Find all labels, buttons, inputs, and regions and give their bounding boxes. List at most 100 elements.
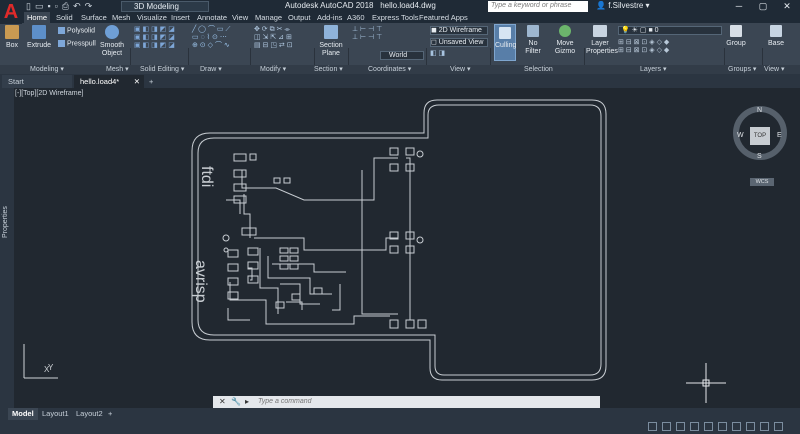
save-as-icon[interactable]: ▫ (55, 1, 58, 11)
close-command-icon[interactable]: ✕ (219, 397, 226, 406)
solid-editing-tools[interactable]: ▣ ◧ ◨ ◩ ◪ ▣ ◧ ◨ ◩ ◪ ▣ ◧ ◨ ◩ ◪ (134, 26, 175, 50)
compass-east: E (777, 132, 782, 139)
box-button[interactable]: Box (2, 25, 22, 50)
modify-tools[interactable]: ✥ ⟳ ⧉ ✂ ⌯ ◫ ⇲ ⇱ ⊿ ⊞ ▤ ⊟ ◳ ⇄ ⊡ (254, 26, 293, 50)
layer-tools[interactable]: ⊞ ⊟ ⊠ ⊡ ◈ ◇ ◆ ⊞ ⊟ ⊠ ⊡ ◈ ◇ ◆ (618, 39, 669, 55)
doc-tab-current[interactable]: hello.load4* ✕ (74, 75, 144, 88)
new-tab-button[interactable]: + (146, 75, 160, 88)
new-icon[interactable]: ▯ (26, 1, 31, 12)
panel-label-groups[interactable]: Groups ▾ (728, 65, 756, 74)
ucs-dropdown[interactable]: World (380, 51, 424, 60)
panel-label-draw[interactable]: Draw ▾ (200, 65, 222, 74)
model-space-icon[interactable] (648, 422, 657, 431)
move-gizmo-button[interactable]: Move Gizmo (552, 25, 578, 56)
tab-view[interactable]: View (229, 12, 251, 23)
panel-label-modeling[interactable]: Modeling ▾ (30, 65, 64, 74)
properties-palette-strip[interactable]: Properties (0, 88, 14, 408)
smooth-object-button[interactable]: Smooth Object (98, 25, 126, 58)
save-icon[interactable]: ▪ (47, 1, 50, 11)
polysolid-button[interactable]: Polysolid (58, 27, 95, 35)
panel-label-section[interactable]: Section ▾ (314, 65, 343, 74)
panel-label-solid-editing[interactable]: Solid Editing ▾ (140, 65, 184, 74)
extrude-button[interactable]: Extrude (26, 25, 52, 50)
panel-label-layers[interactable]: Layers ▾ (640, 65, 666, 74)
tab-express-tools[interactable]: Express Tools (369, 12, 422, 23)
viewport-controls-label[interactable]: [-][Top][2D Wireframe] (15, 90, 83, 97)
undo-icon[interactable]: ↶ (73, 1, 81, 12)
help-search-input[interactable]: Type a keyword or phrase (488, 1, 588, 12)
gizmo-icon (559, 25, 571, 37)
culling-button[interactable]: Culling (494, 24, 516, 61)
polysolid-icon (58, 27, 65, 34)
tab-manage[interactable]: Manage (252, 12, 285, 23)
tab-featured-apps[interactable]: Featured Apps (416, 12, 471, 23)
sign-in-user[interactable]: 👤 f.Silvestre ▾ (596, 1, 650, 12)
tab-solid[interactable]: Solid (53, 12, 76, 23)
layer-properties-button[interactable]: Layer Properties (586, 25, 618, 56)
presspull-button[interactable]: Presspull (58, 40, 96, 48)
tab-layout1[interactable]: Layout1 (38, 408, 73, 420)
visual-style-value: 2D Wireframe (438, 27, 482, 34)
tab-add-ins[interactable]: Add-ins (314, 12, 345, 23)
named-view-value: Unsaved View (438, 39, 484, 46)
close-button[interactable]: ✕ (776, 0, 798, 12)
annotation-icon[interactable] (746, 422, 755, 431)
tab-layout2[interactable]: Layout2 (72, 408, 107, 420)
panel-label-modify[interactable]: Modify ▾ (260, 65, 286, 74)
redo-icon[interactable]: ↷ (85, 1, 93, 12)
workspace-selector[interactable]: 3D Modeling (121, 1, 209, 12)
workspace-icon[interactable] (732, 422, 741, 431)
snap-icon[interactable] (676, 422, 685, 431)
group-button[interactable]: Group (726, 25, 746, 48)
customization-icon[interactable] (774, 422, 783, 431)
add-layout-button[interactable]: + (104, 408, 116, 420)
extrude-icon (32, 25, 46, 39)
ortho-icon[interactable] (690, 422, 699, 431)
panel-label-coordinates[interactable]: Coordinates ▾ (368, 65, 411, 74)
viewcube-top-face[interactable]: TOP (750, 127, 770, 145)
minimize-button[interactable]: ─ (728, 0, 750, 12)
recent-commands-icon[interactable]: ▸ (245, 397, 249, 406)
draw-tools[interactable]: ╱ ◯ ⌒ ▭ ⟋ ▭ ◌ ⌇ ⊙ ⋯ ⊕ ⊙ ◇ ⌒ ∿ (192, 26, 230, 50)
panel-label-mesh[interactable]: Mesh ▾ (106, 65, 129, 74)
no-filter-button[interactable]: No Filter (520, 25, 546, 56)
drawing-viewport[interactable]: ftdi avrisp X Y (14, 88, 800, 408)
polar-icon[interactable] (704, 422, 713, 431)
section-plane-button[interactable]: Section Plane (318, 25, 344, 58)
base-button[interactable]: Base (766, 25, 786, 48)
named-view-dropdown[interactable]: ◻ Unsaved View (430, 38, 488, 47)
tab-a360[interactable]: A360 (344, 12, 368, 23)
section-plane-label: Section Plane (319, 42, 343, 57)
visual-style-dropdown[interactable]: ◼ 2D Wireframe (430, 26, 488, 35)
maximize-button[interactable]: ▢ (752, 0, 774, 12)
ucs-y-label: Y (48, 363, 54, 372)
print-icon[interactable]: ⎙ (62, 1, 69, 12)
tab-insert[interactable]: Insert (168, 12, 193, 23)
tab-annotate[interactable]: Annotate (194, 12, 230, 23)
close-tab-icon[interactable]: ✕ (134, 75, 140, 88)
panel-label-view-2[interactable]: View ▾ (764, 65, 785, 74)
tab-output[interactable]: Output (285, 12, 314, 23)
isolate-icon[interactable] (760, 422, 769, 431)
wcs-menu[interactable]: WCS (750, 178, 774, 186)
doc-tab-start[interactable]: Start (2, 75, 72, 88)
customize-icon[interactable]: 🔧 (231, 397, 241, 406)
tab-visualize[interactable]: Visualize (134, 12, 170, 23)
osnap-icon[interactable] (718, 422, 727, 431)
tab-surface[interactable]: Surface (78, 12, 110, 23)
command-input[interactable] (258, 396, 588, 408)
tab-mesh[interactable]: Mesh (109, 12, 133, 23)
panel-label-selection[interactable]: Selection (524, 65, 553, 74)
tab-model[interactable]: Model (8, 408, 38, 420)
coordinates-tools[interactable]: ⊥ ⊢ ⊣ ⊤ ⊥ ⊢ ⊣ ⊤ (352, 26, 382, 42)
base-label: Base (768, 40, 784, 47)
tab-home[interactable]: Home (24, 12, 51, 23)
presspull-label: Presspull (67, 40, 96, 48)
layer-current-value: 0 (654, 27, 659, 34)
grid-icon[interactable] (662, 422, 671, 431)
view-tools[interactable]: ◧ ◨ (430, 50, 445, 58)
app-menu-button[interactable]: A (0, 0, 22, 24)
panel-label-view[interactable]: View ▾ (450, 65, 471, 74)
open-icon[interactable]: ▭ (35, 1, 44, 12)
layer-dropdown[interactable]: 💡 ☀ ▢ ■ 0 (618, 26, 722, 35)
